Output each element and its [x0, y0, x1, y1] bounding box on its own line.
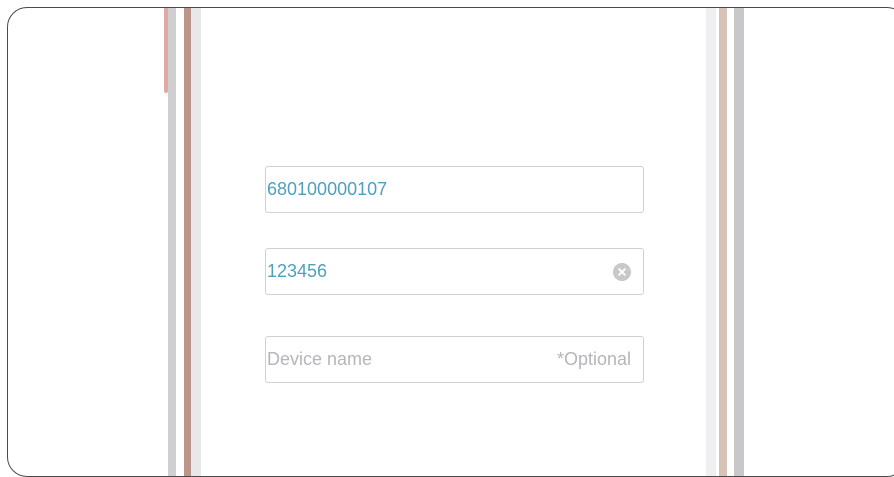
clear-icon[interactable]: [613, 262, 631, 281]
device-edge-left-inner: [191, 8, 201, 476]
device-edge-right-inner: [706, 8, 716, 476]
device-name-field[interactable]: Device name *Optional: [265, 336, 644, 383]
device-name-placeholder: Device name: [267, 349, 373, 369]
password-field[interactable]: 123456: [265, 248, 644, 295]
device-id-value: 680100000107: [267, 179, 388, 199]
screenshot-frame: 680100000107 123456 Device name *Optiona…: [7, 7, 894, 477]
device-edge-right-outer: [734, 8, 744, 476]
device-edge-left-outer: [168, 8, 176, 476]
device-id-field[interactable]: 680100000107: [265, 166, 644, 213]
password-value: 123456: [267, 261, 328, 281]
device-edge-right-frame: [719, 8, 727, 476]
device-edge-left-frame: [184, 8, 191, 476]
optional-hint: *Optional: [556, 349, 631, 369]
